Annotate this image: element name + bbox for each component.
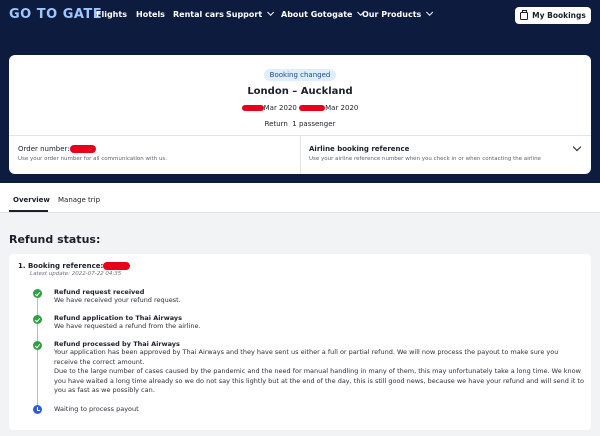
tab-overview[interactable]: Overview xyxy=(13,196,50,204)
step-text: Due to the large number of cases caused … xyxy=(54,367,584,395)
check-icon xyxy=(33,315,42,324)
step-title: Refund application to Thai Airways xyxy=(54,314,183,322)
step-title: Refund processed by Thai Airways xyxy=(54,340,180,348)
redaction-mark xyxy=(103,262,131,270)
nav-about[interactable]: About Gotogate xyxy=(281,8,365,19)
tab-active-indicator xyxy=(9,210,48,212)
nav-our-products[interactable]: Our Products xyxy=(362,8,434,19)
step-text: We have requested a refund from the airl… xyxy=(54,322,201,330)
airline-ref-hint: Use your airline reference number when y… xyxy=(309,156,541,162)
nav-products-label: Our Products xyxy=(362,10,422,19)
airline-ref-toggle[interactable]: Airline booking reference xyxy=(309,145,409,153)
status-badge: Booking changed xyxy=(264,69,336,81)
refund-status-title: Refund status: xyxy=(9,233,101,246)
gotogate-logo[interactable]: GO TO GATE xyxy=(9,7,102,24)
clock-icon xyxy=(33,405,42,414)
trip-dates: Mar 2020 Mar 2020 xyxy=(0,104,600,112)
nav-support[interactable]: Support xyxy=(226,8,275,19)
step-text: Your application has been approved by Th… xyxy=(54,348,559,366)
trip-type: Return xyxy=(264,120,288,128)
redaction-mark xyxy=(241,105,264,111)
order-number-hint: Use your order number for all communicat… xyxy=(18,156,168,162)
nav-flights[interactable]: Flights xyxy=(96,10,127,19)
my-bookings-label: My Bookings xyxy=(532,11,586,20)
nav-hotels[interactable]: Hotels xyxy=(136,10,165,19)
booking-reference: 1. Booking reference: xyxy=(18,262,131,270)
check-icon xyxy=(33,341,42,350)
my-bookings-button[interactable]: My Bookings xyxy=(515,7,591,24)
order-number-label: Order number: xyxy=(18,145,96,153)
nav-about-label: About Gotogate xyxy=(281,10,353,19)
bag-icon xyxy=(520,9,529,20)
step-title: Refund request received xyxy=(54,288,145,296)
redaction-mark xyxy=(299,105,326,111)
tab-manage-trip[interactable]: Manage trip xyxy=(58,196,100,204)
date-in: Mar 2020 xyxy=(325,104,359,112)
card-divider-vertical xyxy=(300,136,301,174)
route-title: London – Auckland xyxy=(247,86,353,97)
redaction-mark xyxy=(69,145,96,153)
booking-reference-label: 1. Booking reference: xyxy=(18,262,104,270)
date-out: Mar 2020 xyxy=(263,104,297,112)
step-text: We have received your refund request. xyxy=(54,296,181,304)
timeline-line xyxy=(37,296,38,406)
check-icon xyxy=(33,289,42,298)
waiting-status: Waiting to process payout xyxy=(54,405,139,413)
nav-rental-cars[interactable]: Rental cars xyxy=(173,10,224,19)
trip-info: Return 1 passenger xyxy=(0,120,600,128)
last-update: Latest update: 2022-07-22 04:35 xyxy=(30,271,122,277)
nav-support-label: Support xyxy=(226,10,263,19)
passenger-count: 1 passenger xyxy=(292,120,336,128)
order-number-text: Order number: xyxy=(18,145,70,153)
